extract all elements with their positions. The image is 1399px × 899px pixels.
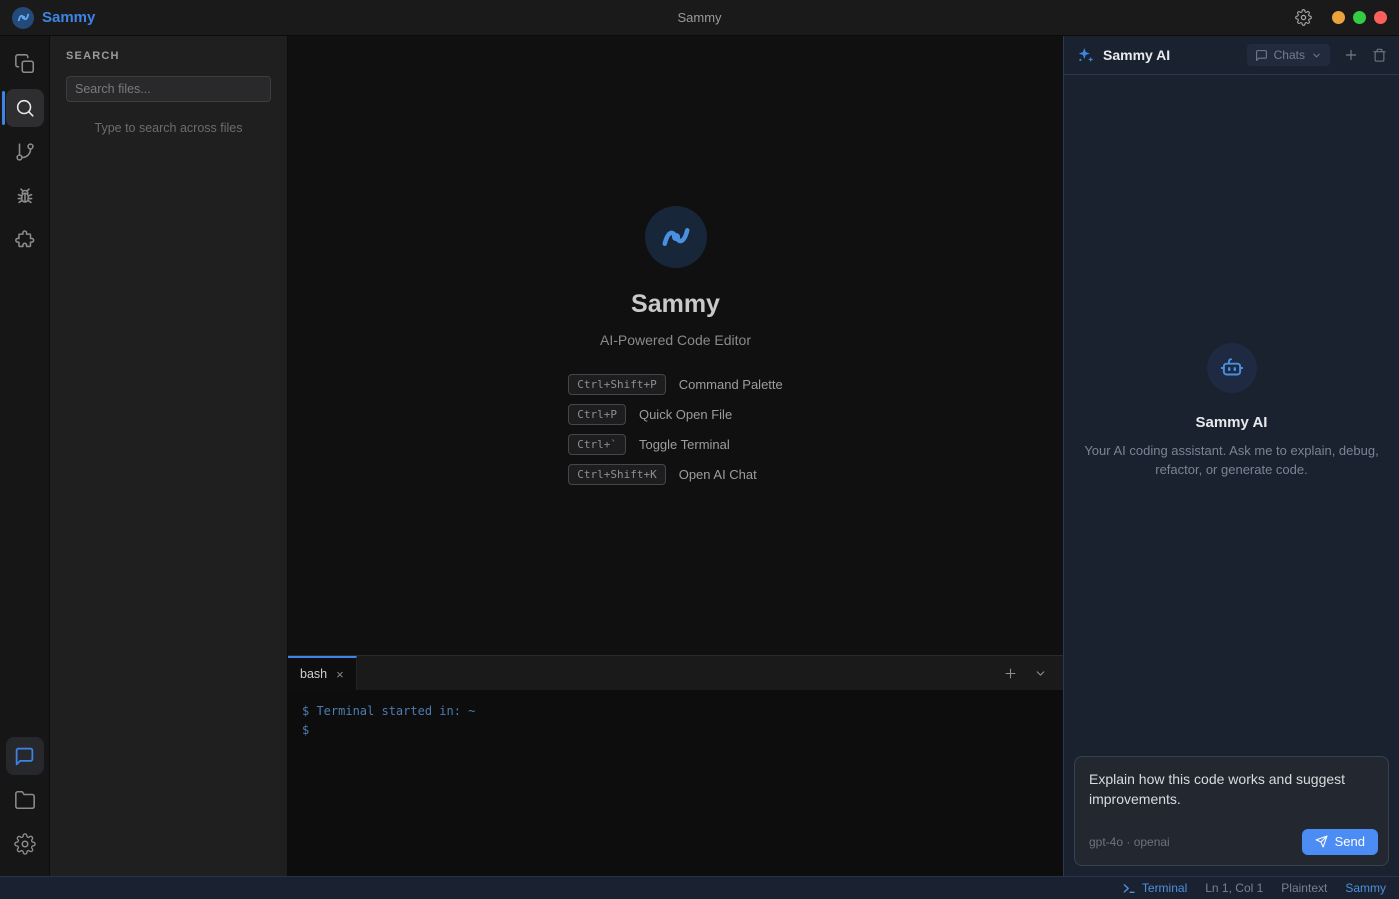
statusbar-cursor-position[interactable]: Ln 1, Col 1 xyxy=(1205,881,1263,895)
search-icon xyxy=(14,97,36,119)
shortcut-command-palette: Ctrl+Shift+P Command Palette xyxy=(568,374,783,395)
kbd-keys: Ctrl+P xyxy=(568,404,626,425)
send-label: Send xyxy=(1335,834,1365,849)
activitybar-debug[interactable] xyxy=(6,177,44,215)
activitybar-explorer[interactable] xyxy=(6,45,44,83)
brand-name: Sammy xyxy=(42,9,95,26)
terminal-tab-bash[interactable]: bash × xyxy=(288,656,357,690)
search-panel-title: SEARCH xyxy=(66,50,271,62)
editor-area: Sammy AI-Powered Code Editor Ctrl+Shift+… xyxy=(288,36,1063,876)
terminal-tab-bar: bash × xyxy=(288,656,1063,690)
statusbar-brand[interactable]: Sammy xyxy=(1345,881,1386,895)
new-chat-plus-icon[interactable] xyxy=(1343,47,1359,63)
chat-icon xyxy=(14,746,35,767)
welcome-logo-wave-icon xyxy=(645,206,707,268)
ai-empty-state: Sammy AI Your AI coding assistant. Ask m… xyxy=(1064,75,1399,746)
chats-label: Chats xyxy=(1274,48,1305,62)
activitybar-settings[interactable] xyxy=(6,825,44,863)
terminal-line: $ xyxy=(302,721,1049,740)
app-logo-icon xyxy=(12,7,34,29)
new-terminal-plus-icon[interactable] xyxy=(1003,666,1018,681)
files-icon xyxy=(14,53,36,75)
gear-icon xyxy=(14,833,36,855)
statusbar-language-mode[interactable]: Plaintext xyxy=(1281,881,1327,895)
activitybar-extensions[interactable] xyxy=(6,221,44,259)
activitybar-source-control[interactable] xyxy=(6,133,44,171)
kbd-keys: Ctrl+` xyxy=(568,434,626,455)
shortcut-label: Quick Open File xyxy=(639,407,732,422)
activity-bar xyxy=(0,36,50,876)
puzzle-icon xyxy=(14,229,36,251)
welcome-subtitle: AI-Powered Code Editor xyxy=(600,332,751,348)
shortcut-open-ai-chat: Ctrl+Shift+K Open AI Chat xyxy=(568,464,757,485)
statusbar-terminal[interactable]: Terminal xyxy=(1122,881,1187,895)
activitybar-search[interactable] xyxy=(6,89,44,127)
model-label: gpt-4o · openai xyxy=(1089,835,1170,849)
ai-empty-title: Sammy AI xyxy=(1196,414,1268,431)
ai-panel-title: Sammy AI xyxy=(1103,47,1170,63)
chats-dropdown-button[interactable]: Chats xyxy=(1247,44,1330,66)
terminal-output[interactable]: $ Terminal started in: ~ $ xyxy=(288,690,1063,876)
activitybar-ai-chat[interactable] xyxy=(6,737,44,775)
bug-icon xyxy=(14,185,36,207)
send-icon xyxy=(1315,835,1328,848)
shortcut-label: Toggle Terminal xyxy=(639,437,730,452)
terminal-panel: bash × $ Terminal started in: ~ $ xyxy=(288,655,1063,876)
terminal-line: $ Terminal started in: ~ xyxy=(302,702,1049,721)
shortcut-label: Command Palette xyxy=(679,377,783,392)
folder-icon xyxy=(14,789,36,811)
maximize-dot[interactable] xyxy=(1353,11,1366,24)
activitybar-folder[interactable] xyxy=(6,781,44,819)
ai-panel-header: Sammy AI Chats xyxy=(1064,36,1399,75)
search-input[interactable] xyxy=(66,76,271,102)
shortcut-label: Open AI Chat xyxy=(679,467,757,482)
welcome-title: Sammy xyxy=(631,290,720,319)
statusbar-terminal-label: Terminal xyxy=(1142,881,1187,895)
titlebar-settings-gear-icon[interactable] xyxy=(1295,9,1312,26)
ai-message-input[interactable]: Explain how this code works and suggest … xyxy=(1075,757,1388,823)
window-title: Sammy xyxy=(677,10,721,25)
shortcut-quick-open: Ctrl+P Quick Open File xyxy=(568,404,732,425)
brand: Sammy xyxy=(12,7,95,29)
terminal-prompt-icon xyxy=(1122,881,1136,895)
kbd-keys: Ctrl+Shift+K xyxy=(568,464,665,485)
main-row: SEARCH Type to search across files Sammy… xyxy=(0,36,1399,876)
ai-empty-description: Your AI coding assistant. Ask me to expl… xyxy=(1082,441,1381,479)
kbd-keys: Ctrl+Shift+P xyxy=(568,374,665,395)
ai-chat-panel: Sammy AI Chats xyxy=(1063,36,1399,876)
search-panel: SEARCH Type to search across files xyxy=(50,36,288,876)
chevron-down-icon xyxy=(1311,50,1322,61)
terminal-chevron-down-icon[interactable] xyxy=(1034,667,1047,680)
app-window: Sammy Sammy xyxy=(0,0,1399,899)
search-hint: Type to search across files xyxy=(66,121,271,135)
sparkles-icon xyxy=(1076,46,1095,65)
close-icon[interactable]: × xyxy=(336,668,344,681)
robot-icon xyxy=(1207,343,1257,393)
delete-chat-trash-icon[interactable] xyxy=(1372,48,1387,63)
ai-composer: Explain how this code works and suggest … xyxy=(1064,746,1399,876)
send-button[interactable]: Send xyxy=(1302,829,1378,855)
welcome-screen: Sammy AI-Powered Code Editor Ctrl+Shift+… xyxy=(288,36,1063,655)
status-bar: Terminal Ln 1, Col 1 Plaintext Sammy xyxy=(0,876,1399,899)
shortcut-toggle-terminal: Ctrl+` Toggle Terminal xyxy=(568,434,730,455)
shortcut-list: Ctrl+Shift+P Command Palette Ctrl+P Quic… xyxy=(568,374,783,485)
minimize-dot[interactable] xyxy=(1332,11,1345,24)
chat-bubble-icon xyxy=(1255,49,1268,62)
git-branch-icon xyxy=(14,141,36,163)
terminal-tab-label: bash xyxy=(300,667,327,681)
titlebar: Sammy Sammy xyxy=(0,0,1399,36)
close-dot[interactable] xyxy=(1374,11,1387,24)
